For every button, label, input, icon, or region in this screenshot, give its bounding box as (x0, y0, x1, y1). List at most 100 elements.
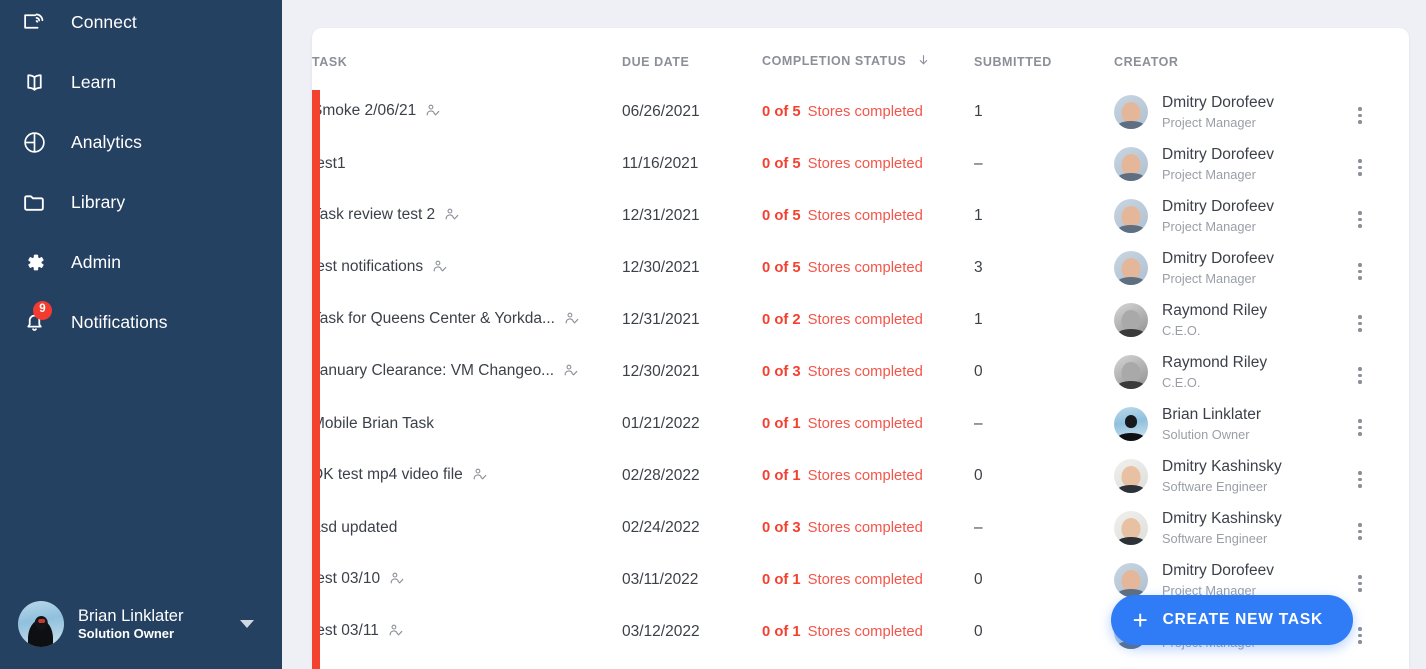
cell-submitted: 0 (974, 606, 1114, 658)
cell-actions[interactable] (1349, 554, 1409, 606)
cell-task[interactable]: Task for Queens Center & Yorkda... (312, 294, 622, 346)
sidebar-item-connect[interactable]: Connect (0, 0, 282, 52)
task-name: Smoke 2/06/21 (312, 102, 416, 119)
kebab-menu-icon[interactable] (1349, 624, 1371, 646)
kebab-menu-icon[interactable] (1349, 572, 1371, 594)
column-header-creator[interactable]: CREATOR (1114, 28, 1349, 86)
task-name: January Clearance: VM Changeo... (312, 362, 554, 379)
creator: Raymond RileyC.E.O. (1114, 302, 1349, 337)
cell-task[interactable]: test 03/11 (312, 606, 622, 658)
kebab-menu-icon[interactable] (1349, 416, 1371, 438)
creator-role: Project Manager (1162, 115, 1274, 130)
task-name: test 03/11 (312, 622, 379, 639)
column-header-completion-status[interactable]: COMPLETION STATUS (762, 28, 974, 86)
table-row[interactable]: test111/16/20210 of 5Stores completed–Dm… (312, 138, 1409, 190)
sidebar-nav: Tasks Connect (0, 0, 282, 352)
sidebar-item-admin[interactable]: Admin (0, 232, 282, 292)
column-header-due-date[interactable]: DUE DATE (622, 28, 762, 86)
sidebar-user-profile[interactable]: Brian Linklater Solution Owner (0, 601, 282, 647)
cell-task[interactable]: test 03/10 (312, 554, 622, 606)
cell-submitted: 1 (974, 86, 1114, 138)
status-count: 0 of 1 (762, 468, 801, 484)
cell-actions[interactable] (1349, 138, 1409, 190)
assignee-check-icon (425, 103, 440, 123)
kebab-menu-icon[interactable] (1349, 364, 1371, 386)
creator: Dmitry KashinskySoftware Engineer (1114, 458, 1349, 493)
cell-task[interactable]: DK test mp4 video file (312, 450, 622, 502)
creator: Dmitry DorofeevProject Manager (1114, 94, 1349, 129)
kebab-menu-icon[interactable] (1349, 104, 1371, 126)
cell-actions[interactable] (1349, 398, 1409, 450)
sidebar-item-label: Library (71, 192, 125, 213)
cell-actions[interactable] (1349, 346, 1409, 398)
table-row[interactable]: Task review test 212/31/20210 of 5Stores… (312, 190, 1409, 242)
cell-due-date: 06/26/2021 (622, 86, 762, 138)
kebab-menu-icon[interactable] (1349, 260, 1371, 282)
creator: Dmitry DorofeevProject Manager (1114, 562, 1349, 597)
cell-actions[interactable] (1349, 294, 1409, 346)
cell-creator: Raymond Riley C.E.O. (1114, 346, 1349, 398)
table-row[interactable]: test notifications12/30/20210 of 5Stores… (312, 242, 1409, 294)
kebab-menu-icon[interactable] (1349, 468, 1371, 490)
status-label: Stores completed (808, 156, 923, 172)
avatar (18, 601, 64, 647)
creator-name: Dmitry Dorofeev (1162, 562, 1274, 580)
cell-completion-status: 0 of 3Stores completed (762, 502, 974, 554)
chevron-down-icon[interactable] (240, 620, 254, 628)
kebab-menu-icon[interactable] (1349, 520, 1371, 542)
cell-actions[interactable] (1349, 86, 1409, 138)
cell-task[interactable]: asd updated (312, 502, 622, 554)
cell-task[interactable]: test1 (312, 138, 622, 190)
cell-submitted: – (974, 502, 1114, 554)
cell-task[interactable]: Mobile Brian Task (312, 398, 622, 450)
avatar (1114, 303, 1148, 337)
cell-actions[interactable] (1349, 606, 1409, 658)
sidebar-item-notifications[interactable]: 9 Notifications (0, 292, 282, 352)
cell-actions[interactable] (1349, 502, 1409, 554)
creator-role: C.E.O. (1162, 375, 1267, 390)
cell-due-date: 01/21/2022 (622, 398, 762, 450)
sidebar-item-label: Analytics (71, 132, 142, 153)
status-label: Stores completed (808, 104, 923, 120)
cell-task[interactable]: January Clearance: VM Changeo... (312, 346, 622, 398)
column-header-task[interactable]: TASK (312, 28, 622, 86)
kebab-menu-icon[interactable] (1349, 208, 1371, 230)
table-row[interactable]: Mobile Brian Task01/21/20220 of 1Stores … (312, 398, 1409, 450)
creator-text: Raymond Riley C.E.O. (1162, 354, 1267, 389)
table-row[interactable]: Smoke 2/06/21 06/26/20210 of 5Stores comp… (312, 86, 1409, 138)
status-label: Stores completed (808, 208, 923, 224)
column-header-submitted[interactable]: SUBMITTED (974, 28, 1114, 86)
creator-role: Software Engineer (1162, 531, 1282, 546)
create-new-task-button[interactable]: + CREATE NEW TASK (1111, 595, 1353, 645)
sidebar-item-analytics[interactable]: Analytics (0, 112, 282, 172)
table-row[interactable]: DK test mp4 video file02/28/20220 of 1St… (312, 450, 1409, 502)
cell-actions[interactable] (1349, 190, 1409, 242)
cell-task[interactable]: test notifications (312, 242, 622, 294)
cell-submitted: 1 (974, 190, 1114, 242)
kebab-menu-icon[interactable] (1349, 156, 1371, 178)
sidebar-item-label: Learn (71, 72, 116, 93)
status-label: Stores completed (808, 624, 923, 640)
table-row[interactable]: Task for Queens Center & Yorkda...12/31/… (312, 294, 1409, 346)
cell-submitted: 0 (974, 450, 1114, 502)
status-count: 0 of 5 (762, 208, 801, 224)
creator: Dmitry DorofeevProject Manager (1114, 146, 1349, 181)
avatar (1114, 563, 1148, 597)
sidebar-item-learn[interactable]: Learn (0, 52, 282, 112)
cell-task[interactable]: Smoke 2/06/21 (312, 86, 622, 138)
folder-icon (22, 190, 56, 215)
cell-completion-status: 0 of 5Stores completed (762, 86, 974, 138)
sidebar-item-library[interactable]: Library (0, 172, 282, 232)
cell-task[interactable]: Task review test 2 (312, 190, 622, 242)
status-count: 0 of 1 (762, 416, 801, 432)
table-row[interactable]: asd updated02/24/20220 of 3Stores comple… (312, 502, 1409, 554)
cell-actions[interactable] (1349, 242, 1409, 294)
creator-name: Raymond Riley (1162, 354, 1267, 372)
table-row[interactable]: January Clearance: VM Changeo...12/30/20… (312, 346, 1409, 398)
kebab-menu-icon[interactable] (1349, 312, 1371, 334)
cell-actions[interactable] (1349, 450, 1409, 502)
sidebar-item-label: Notifications (71, 312, 168, 333)
task-name: Task review test 2 (312, 206, 435, 223)
sidebar-user-name: Brian Linklater (78, 607, 183, 626)
avatar (1114, 511, 1148, 545)
